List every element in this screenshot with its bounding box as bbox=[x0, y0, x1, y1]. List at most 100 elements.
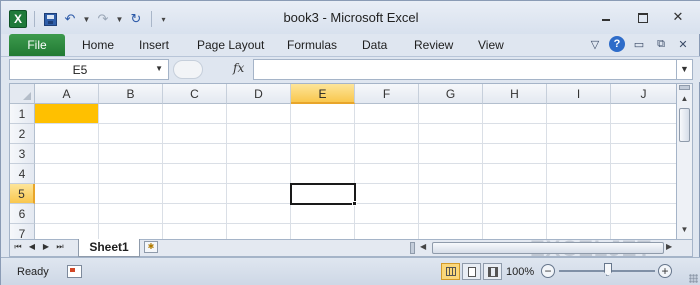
cell-i5[interactable] bbox=[547, 184, 611, 204]
vertical-scrollbar[interactable]: ▲ ▼ bbox=[677, 83, 693, 240]
cell-c1[interactable] bbox=[163, 104, 227, 124]
previous-sheet-icon[interactable]: ◀ bbox=[26, 242, 38, 251]
first-sheet-icon[interactable]: ⏮ bbox=[12, 242, 24, 252]
cell-h3[interactable] bbox=[483, 144, 547, 164]
cell-j4[interactable] bbox=[611, 164, 676, 184]
name-box-dropdown-icon[interactable]: ▼ bbox=[155, 64, 163, 73]
cell-g2[interactable] bbox=[419, 124, 483, 144]
column-header-i[interactable]: I bbox=[547, 84, 611, 104]
cell-b7[interactable] bbox=[99, 224, 163, 239]
cell-i3[interactable] bbox=[547, 144, 611, 164]
column-header-a[interactable]: A bbox=[35, 84, 99, 104]
formula-bar-resize-handle[interactable] bbox=[173, 60, 203, 79]
cell-e7[interactable] bbox=[291, 224, 355, 239]
normal-view-button[interactable] bbox=[441, 263, 460, 280]
row-header-2[interactable]: 2 bbox=[10, 124, 35, 144]
cell-i6[interactable] bbox=[547, 204, 611, 224]
page-break-preview-button[interactable] bbox=[483, 263, 502, 280]
help-icon[interactable]: ? bbox=[609, 36, 625, 52]
cell-e6[interactable] bbox=[291, 204, 355, 224]
row-header-1[interactable]: 1 bbox=[10, 104, 35, 124]
cell-e4[interactable] bbox=[291, 164, 355, 184]
cell-h1[interactable] bbox=[483, 104, 547, 124]
insert-worksheet-icon[interactable]: ✱ bbox=[144, 241, 158, 253]
cell-g5[interactable] bbox=[419, 184, 483, 204]
cell-c4[interactable] bbox=[163, 164, 227, 184]
cell-b3[interactable] bbox=[99, 144, 163, 164]
tab-review[interactable]: Review bbox=[414, 34, 453, 56]
column-header-g[interactable]: G bbox=[419, 84, 483, 104]
cell-a4[interactable] bbox=[35, 164, 99, 184]
cell-c5[interactable] bbox=[163, 184, 227, 204]
scroll-up-icon[interactable]: ▲ bbox=[677, 92, 692, 106]
cell-h5[interactable] bbox=[483, 184, 547, 204]
tab-home[interactable]: Home bbox=[82, 34, 114, 56]
column-header-b[interactable]: B bbox=[99, 84, 163, 104]
row-header-3[interactable]: 3 bbox=[10, 144, 35, 164]
cell-f3[interactable] bbox=[355, 144, 419, 164]
cell-g4[interactable] bbox=[419, 164, 483, 184]
record-macro-icon[interactable] bbox=[67, 265, 82, 278]
cell-j6[interactable] bbox=[611, 204, 676, 224]
cell-a7[interactable] bbox=[35, 224, 99, 239]
cell-g6[interactable] bbox=[419, 204, 483, 224]
cell-d7[interactable] bbox=[227, 224, 291, 239]
cell-d4[interactable] bbox=[227, 164, 291, 184]
cell-e3[interactable] bbox=[291, 144, 355, 164]
cell-d5[interactable] bbox=[227, 184, 291, 204]
formula-input[interactable] bbox=[253, 59, 677, 80]
column-header-d[interactable]: D bbox=[227, 84, 291, 104]
zoom-out-icon[interactable]: − bbox=[541, 264, 555, 278]
tab-insert[interactable]: Insert bbox=[139, 34, 169, 56]
cell-b2[interactable] bbox=[99, 124, 163, 144]
cell-d3[interactable] bbox=[227, 144, 291, 164]
cell-i4[interactable] bbox=[547, 164, 611, 184]
close-icon[interactable]: ✕ bbox=[671, 10, 685, 24]
column-header-f[interactable]: F bbox=[355, 84, 419, 104]
cell-i1[interactable] bbox=[547, 104, 611, 124]
column-header-j[interactable]: J bbox=[611, 84, 676, 104]
scroll-left-icon[interactable]: ◀ bbox=[420, 242, 426, 251]
cell-c7[interactable] bbox=[163, 224, 227, 239]
cell-a1[interactable] bbox=[35, 104, 99, 124]
insert-function-icon[interactable]: fx bbox=[233, 61, 244, 75]
workbook-restore-icon[interactable]: ⧉ bbox=[653, 36, 669, 52]
cell-f1[interactable] bbox=[355, 104, 419, 124]
zoom-in-icon[interactable]: + bbox=[658, 264, 672, 278]
fill-handle[interactable] bbox=[352, 201, 357, 206]
tab-data[interactable]: Data bbox=[362, 34, 387, 56]
cell-b5[interactable] bbox=[99, 184, 163, 204]
cell-a6[interactable] bbox=[35, 204, 99, 224]
scroll-down-icon[interactable]: ▼ bbox=[677, 223, 692, 237]
cell-j2[interactable] bbox=[611, 124, 676, 144]
column-header-e[interactable]: E bbox=[291, 84, 355, 104]
expand-formula-bar-icon[interactable]: ▼ bbox=[677, 59, 693, 80]
minimize-icon[interactable] bbox=[599, 10, 613, 24]
workbook-minimize-icon[interactable]: ▭ bbox=[631, 36, 647, 52]
cell-b1[interactable] bbox=[99, 104, 163, 124]
cell-e1[interactable] bbox=[291, 104, 355, 124]
cell-h4[interactable] bbox=[483, 164, 547, 184]
row-header-5[interactable]: 5 bbox=[10, 184, 35, 204]
cell-f6[interactable] bbox=[355, 204, 419, 224]
cell-f5[interactable] bbox=[355, 184, 419, 204]
cell-e2[interactable] bbox=[291, 124, 355, 144]
maximize-icon[interactable] bbox=[635, 10, 649, 24]
cell-f2[interactable] bbox=[355, 124, 419, 144]
cell-j1[interactable] bbox=[611, 104, 676, 124]
minimize-ribbon-icon[interactable]: ▽ bbox=[587, 36, 603, 52]
scroll-right-icon[interactable]: ▶ bbox=[666, 242, 672, 251]
cell-d2[interactable] bbox=[227, 124, 291, 144]
cell-a3[interactable] bbox=[35, 144, 99, 164]
page-layout-view-button[interactable] bbox=[462, 263, 481, 280]
cell-d1[interactable] bbox=[227, 104, 291, 124]
sheet-tab-sheet1[interactable]: Sheet1 bbox=[78, 239, 140, 257]
cell-f7[interactable] bbox=[355, 224, 419, 239]
workbook-close-icon[interactable]: ✕ bbox=[675, 36, 691, 52]
row-header-7[interactable]: 7 bbox=[10, 224, 35, 239]
resize-grip-icon[interactable] bbox=[689, 274, 698, 283]
cell-i2[interactable] bbox=[547, 124, 611, 144]
row-header-6[interactable]: 6 bbox=[10, 204, 35, 224]
row-header-4[interactable]: 4 bbox=[10, 164, 35, 184]
cell-h6[interactable] bbox=[483, 204, 547, 224]
